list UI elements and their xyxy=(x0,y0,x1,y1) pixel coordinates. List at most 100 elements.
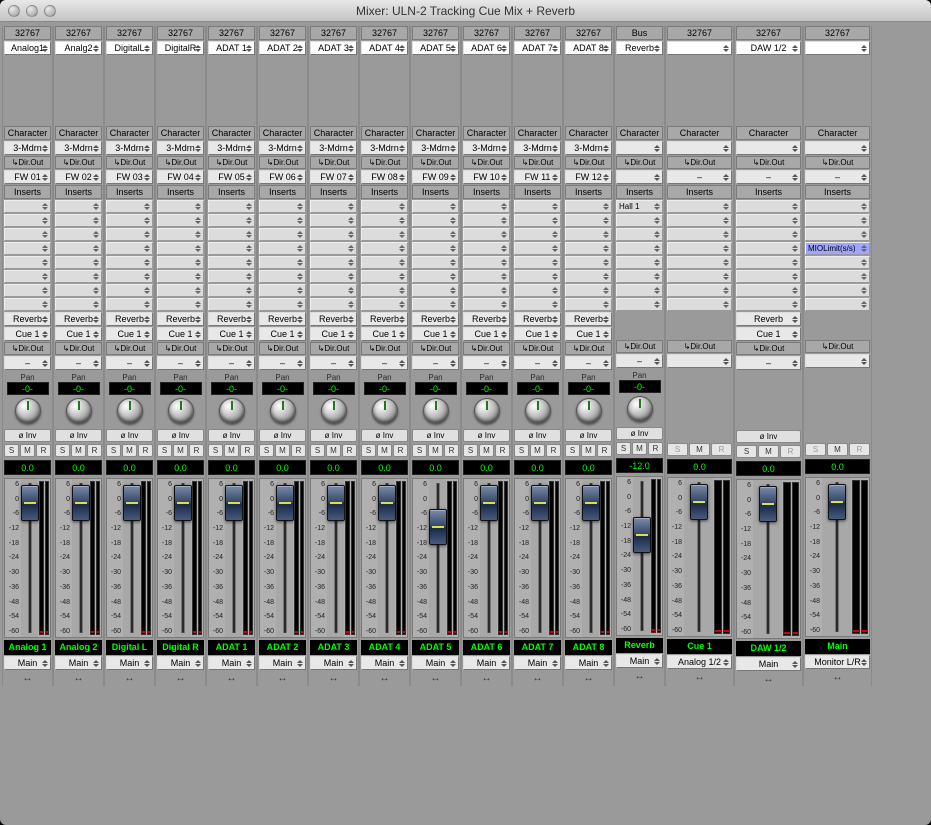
channel-header[interactable]: Bus xyxy=(616,26,663,40)
level-readout[interactable]: -12.0 xyxy=(616,458,663,473)
fader-cap[interactable] xyxy=(429,509,447,545)
insert-slot[interactable] xyxy=(667,270,732,283)
insert-slot[interactable] xyxy=(412,214,459,227)
link-icon[interactable]: ↔ xyxy=(805,672,870,684)
insert-slot[interactable] xyxy=(157,242,204,255)
link-icon[interactable]: ↔ xyxy=(55,673,102,685)
character-select[interactable]: 3-Mdrn xyxy=(565,141,612,155)
input-select[interactable]: DAW 1/2 xyxy=(736,41,801,55)
r-button[interactable]: R xyxy=(189,444,204,457)
fader-cap[interactable] xyxy=(633,517,651,553)
input-select[interactable]: Analg2 xyxy=(55,41,102,55)
channel-name[interactable]: ADAT 8 xyxy=(565,640,612,655)
channel-name[interactable]: ADAT 7 xyxy=(514,640,561,655)
insert-slot[interactable] xyxy=(4,284,51,297)
pan-value[interactable]: -0- xyxy=(58,382,100,395)
insert-slot[interactable] xyxy=(412,270,459,283)
character-select[interactable]: 3-Mdrn xyxy=(157,141,204,155)
cue-select[interactable]: Cue 1 xyxy=(736,327,801,341)
dirout2-select[interactable]: – xyxy=(55,356,102,370)
insert-slot[interactable] xyxy=(4,242,51,255)
channel-header[interactable]: 32767 xyxy=(463,26,510,40)
r-button[interactable]: R xyxy=(444,444,459,457)
s-button[interactable]: S xyxy=(55,444,70,457)
insert-slot[interactable] xyxy=(208,228,255,241)
insert-slot[interactable] xyxy=(514,284,561,297)
link-icon[interactable]: ↔ xyxy=(736,674,801,686)
insert-slot[interactable] xyxy=(208,200,255,213)
fader-track[interactable] xyxy=(21,479,38,637)
channel-name[interactable]: Main xyxy=(805,639,870,654)
insert-slot[interactable] xyxy=(463,214,510,227)
output-select[interactable]: Main xyxy=(463,656,510,670)
character-select[interactable] xyxy=(667,141,732,155)
output-select[interactable]: Main xyxy=(736,657,801,671)
insert-slot[interactable] xyxy=(157,228,204,241)
cue-select[interactable]: Cue 1 xyxy=(412,327,459,341)
character-select[interactable] xyxy=(736,141,801,155)
pan-value[interactable]: -0- xyxy=(160,382,202,395)
link-icon[interactable]: ↔ xyxy=(361,673,408,685)
channel-name[interactable]: Analog 2 xyxy=(55,640,102,655)
insert-slot[interactable] xyxy=(106,284,153,297)
channel-name[interactable]: DAW 1/2 xyxy=(736,641,801,656)
insert-slot[interactable] xyxy=(310,270,357,283)
m-button[interactable]: M xyxy=(173,444,188,457)
link-icon[interactable]: ↔ xyxy=(157,673,204,685)
send-select[interactable]: Reverb xyxy=(4,312,51,326)
dirout2-select[interactable]: – xyxy=(736,356,801,370)
insert-slot[interactable] xyxy=(514,242,561,255)
fader-cap[interactable] xyxy=(21,485,39,521)
insert-slot[interactable] xyxy=(412,256,459,269)
insert-slot[interactable] xyxy=(4,214,51,227)
dirout-select[interactable]: – xyxy=(736,170,801,184)
insert-slot[interactable] xyxy=(514,214,561,227)
insert-slot[interactable] xyxy=(565,242,612,255)
link-icon[interactable]: ↔ xyxy=(412,673,459,685)
character-select[interactable]: 3-Mdrn xyxy=(463,141,510,155)
insert-slot[interactable] xyxy=(805,270,870,283)
insert-slot[interactable] xyxy=(616,298,663,311)
insert-slot[interactable] xyxy=(55,270,102,283)
insert-slot[interactable] xyxy=(157,200,204,213)
character-select[interactable] xyxy=(616,141,663,155)
channel-header[interactable]: 32767 xyxy=(310,26,357,40)
s-button[interactable]: S xyxy=(361,444,376,457)
insert-slot[interactable] xyxy=(616,214,663,227)
cue-select[interactable]: Cue 1 xyxy=(4,327,51,341)
s-button[interactable]: S xyxy=(259,444,274,457)
level-readout[interactable]: 0.0 xyxy=(208,460,255,475)
link-icon[interactable]: ↔ xyxy=(565,673,612,685)
r-button[interactable]: R xyxy=(648,442,663,455)
phase-invert-button[interactable]: ø Inv xyxy=(361,429,408,442)
s-button[interactable]: S xyxy=(157,444,172,457)
insert-slot[interactable] xyxy=(667,298,732,311)
send-select[interactable]: Reverb xyxy=(157,312,204,326)
cue-select[interactable]: Cue 1 xyxy=(55,327,102,341)
insert-slot[interactable] xyxy=(805,228,870,241)
dirout-select[interactable]: FW 05 xyxy=(208,170,255,184)
r-button[interactable]: R xyxy=(342,444,357,457)
cue-select[interactable]: Cue 1 xyxy=(259,327,306,341)
close-icon[interactable] xyxy=(8,5,20,17)
level-readout[interactable]: 0.0 xyxy=(157,460,204,475)
insert-slot[interactable] xyxy=(736,228,801,241)
insert-slot[interactable] xyxy=(565,214,612,227)
insert-slot[interactable] xyxy=(55,284,102,297)
insert-slot[interactable] xyxy=(667,242,732,255)
channel-header[interactable]: 32767 xyxy=(565,26,612,40)
m-button[interactable]: M xyxy=(326,444,341,457)
dirout-select[interactable]: FW 09 xyxy=(412,170,459,184)
channel-name[interactable]: ADAT 1 xyxy=(208,640,255,655)
insert-slot[interactable]: MIOLimit(s/s) xyxy=(805,242,870,255)
fader-track[interactable] xyxy=(633,477,650,635)
insert-slot[interactable] xyxy=(514,256,561,269)
s-button[interactable]: S xyxy=(412,444,427,457)
insert-slot[interactable] xyxy=(361,256,408,269)
channel-header[interactable]: 32767 xyxy=(667,26,732,40)
dirout2-select[interactable]: – xyxy=(106,356,153,370)
insert-slot[interactable] xyxy=(361,200,408,213)
level-readout[interactable]: 0.0 xyxy=(259,460,306,475)
insert-slot[interactable] xyxy=(565,270,612,283)
pan-knob[interactable] xyxy=(576,398,602,424)
